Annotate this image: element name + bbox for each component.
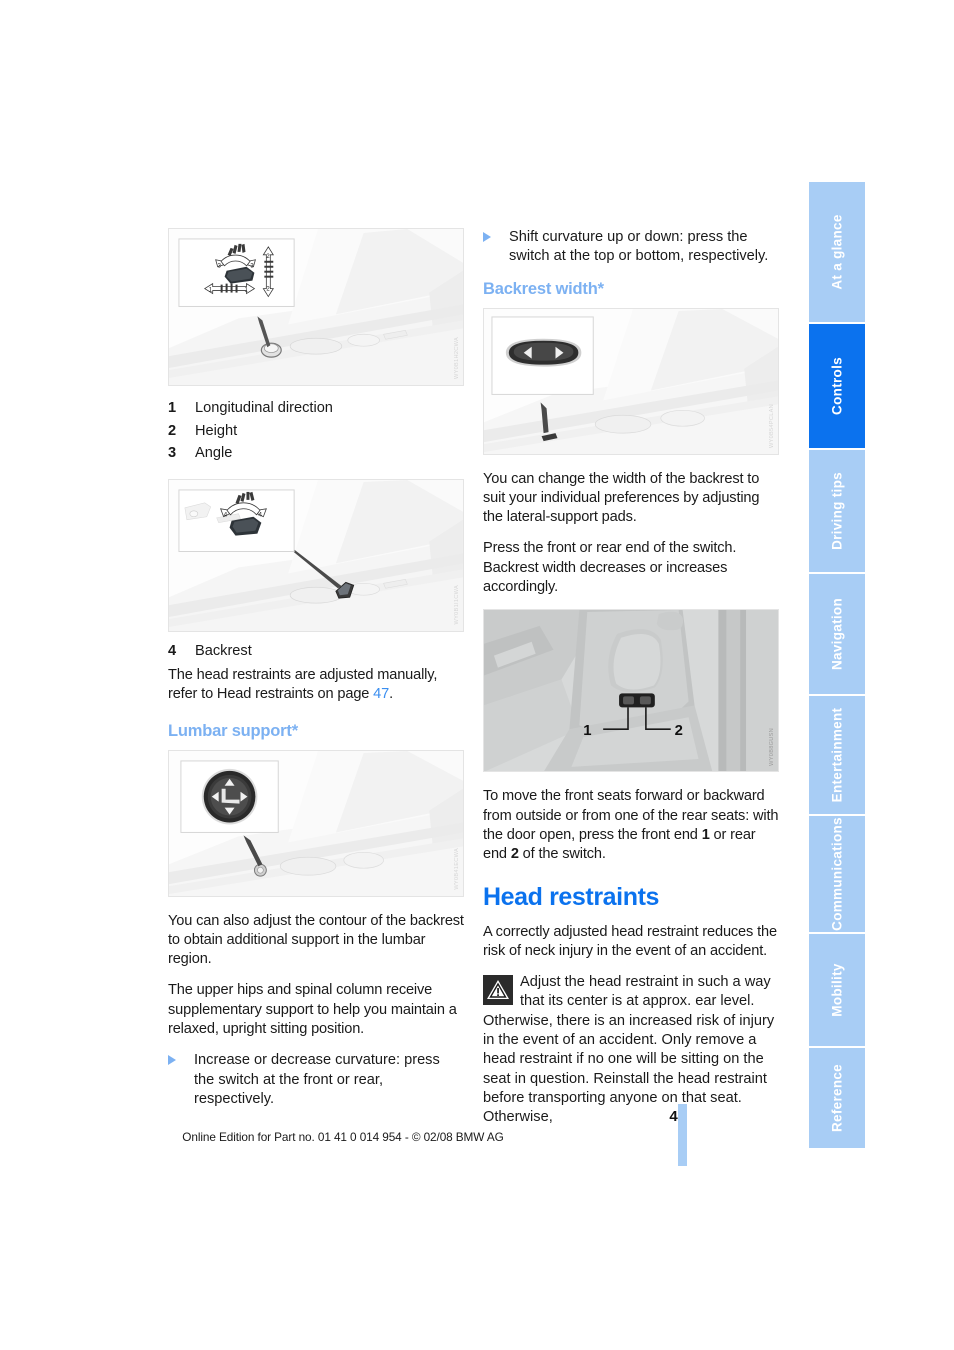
lumbar-support-illustration — [169, 750, 463, 896]
lumbar-paragraph-2: The upper hips and spinal column receive… — [168, 982, 457, 1038]
footer-accent-bar — [678, 1104, 687, 1166]
switch-front-end-number: 1 — [701, 826, 710, 843]
bullet-text: Increase or decrease curvature: press th… — [194, 1052, 440, 1107]
backrest-width-paragraph-2: Press the front or rear end of the switc… — [483, 539, 779, 597]
head-restraints-paragraph: A correctly adjusted head restraint redu… — [483, 923, 777, 959]
heading-lumbar-support: Lumbar support* — [168, 721, 298, 740]
outside-switch-paragraph: To move the front seats forward or backw… — [483, 787, 779, 864]
warning-note: Adjust the head restraint in such a way … — [483, 973, 779, 1127]
figure-code: WY0B41ECWA — [454, 847, 460, 890]
sidebar-item-entertainment[interactable]: Entertainment — [809, 696, 865, 816]
bullet-increase-decrease-curvature: Increase or decrease curvature: press th… — [168, 1051, 464, 1109]
tab-label: Entertainment — [829, 707, 845, 803]
heading-backrest-width: Backrest width* — [483, 279, 604, 298]
tab-label: Mobility — [829, 963, 845, 1017]
legend-text: Angle — [195, 445, 233, 461]
figure-lumbar-support: WY0B41ECWA — [168, 749, 464, 897]
page-link-47[interactable]: 47 — [373, 686, 389, 702]
sidebar-item-controls[interactable]: Controls — [809, 324, 865, 450]
switch-rear-end-number: 2 — [510, 846, 519, 863]
figure-backrest-width: WY0B54PCLAN — [483, 307, 779, 455]
sidebar-item-at-a-glance[interactable]: At a glance — [809, 182, 865, 324]
svg-text:2: 2 — [675, 724, 683, 740]
heading-head-restraints: Head restraints — [483, 882, 660, 911]
legend-item: 3 Angle — [168, 442, 464, 465]
legend-text: Longitudinal direction — [195, 400, 333, 416]
page-number: 47 — [0, 1108, 686, 1125]
tab-label: Controls — [829, 357, 845, 415]
warning-triangle-glyph — [487, 980, 509, 1000]
manual-page: At a glance Controls Driving tips Naviga… — [0, 0, 954, 1350]
arrow-bullet-icon — [168, 1051, 194, 1109]
warning-text: Adjust the head restraint in such a way … — [483, 974, 775, 1126]
legend-text: Backrest — [195, 642, 252, 659]
figure-outside-seat-switch: 1 2 WY0B8GUSN — [483, 609, 779, 773]
tab-label: Reference — [829, 1064, 845, 1132]
svg-text:4: 4 — [258, 511, 262, 518]
tab-label: Communications — [829, 817, 845, 931]
sidebar-item-driving-tips[interactable]: Driving tips — [809, 450, 865, 574]
backrest-switch-illustration: 4 4 — [169, 479, 463, 631]
legend-number: 4 — [168, 642, 177, 659]
section-tab-rail: At a glance Controls Driving tips Naviga… — [809, 182, 865, 1150]
svg-text:2: 2 — [266, 287, 269, 293]
backrest-width-paragraph-1: You can change the width of the backrest… — [483, 470, 760, 526]
sidebar-item-communications[interactable]: Communications — [809, 816, 865, 934]
figure-code: WY0B1I1CWA — [454, 585, 460, 625]
svg-text:4: 4 — [224, 511, 228, 518]
head-restraint-reference-paragraph: The head restraints are adjusted manuall… — [168, 666, 464, 705]
sidebar-item-reference[interactable]: Reference — [809, 1048, 865, 1148]
lumbar-paragraph-1: You can also adjust the contour of the b… — [168, 912, 464, 968]
legend-item: 1 Longitudinal direction — [168, 397, 464, 420]
figure-code: WY0B8GUSN — [769, 727, 775, 766]
bullet-text: Shift curvature up or down: press the sw… — [509, 229, 769, 265]
bullet-shift-curvature: Shift curvature up or down: press the sw… — [483, 228, 779, 267]
backrest-width-illustration — [484, 308, 778, 454]
paragraph-line-2: Backrest width decreases or increases ac… — [483, 559, 728, 596]
legend-text: Height — [195, 422, 238, 439]
left-text-column: 3 3 1 1 2 2 WY0B1H2CWA 1 Longitudinal di… — [168, 228, 464, 1119]
sidebar-item-navigation[interactable]: Navigation — [809, 574, 865, 696]
legend-seat-adjustment: 1 Longitudinal direction 2 Height 3 Angl… — [168, 397, 464, 465]
paragraph-line-1: Press the front or rear end of the switc… — [483, 540, 737, 557]
legend-backrest: 4 Backrest — [168, 640, 464, 663]
svg-text:1: 1 — [583, 724, 591, 740]
sidebar-item-mobility[interactable]: Mobility — [809, 934, 865, 1048]
figure-backrest-switch: 4 4 WY0B1I1CWA — [168, 478, 464, 632]
tab-label: Navigation — [829, 597, 845, 671]
legend-number: 3 — [168, 445, 177, 461]
svg-text:2: 2 — [266, 254, 269, 260]
figure-code: WY0B1H2CWA — [454, 337, 460, 379]
legend-number: 2 — [168, 422, 177, 439]
legend-number: 1 — [168, 400, 177, 416]
figure-code: WY0B54PCLAN — [769, 403, 775, 448]
paragraph-text-3: of the switch. — [518, 846, 606, 863]
reference-text-post: . — [389, 686, 393, 703]
tab-label: Driving tips — [829, 472, 845, 550]
right-text-column: Shift curvature up or down: press the sw… — [483, 228, 779, 1128]
legend-item: 2 Height — [168, 420, 464, 443]
figure-seat-adjustment-switch: 3 3 1 1 2 2 WY0B1H2CWA — [168, 228, 464, 386]
seat-adjustment-illustration: 3 3 1 1 2 2 — [169, 229, 463, 385]
footer-edition-note: Online Edition for Part no. 01 41 0 014 … — [182, 1130, 504, 1144]
reference-text-pre: The head restraints are adjusted manuall… — [168, 667, 438, 703]
warning-triangle-icon — [483, 975, 513, 1006]
legend-item: 4 Backrest — [168, 640, 464, 663]
outside-seat-switch-illustration: 1 2 — [484, 610, 778, 772]
tab-label: At a glance — [829, 214, 845, 290]
arrow-bullet-icon — [483, 228, 509, 267]
